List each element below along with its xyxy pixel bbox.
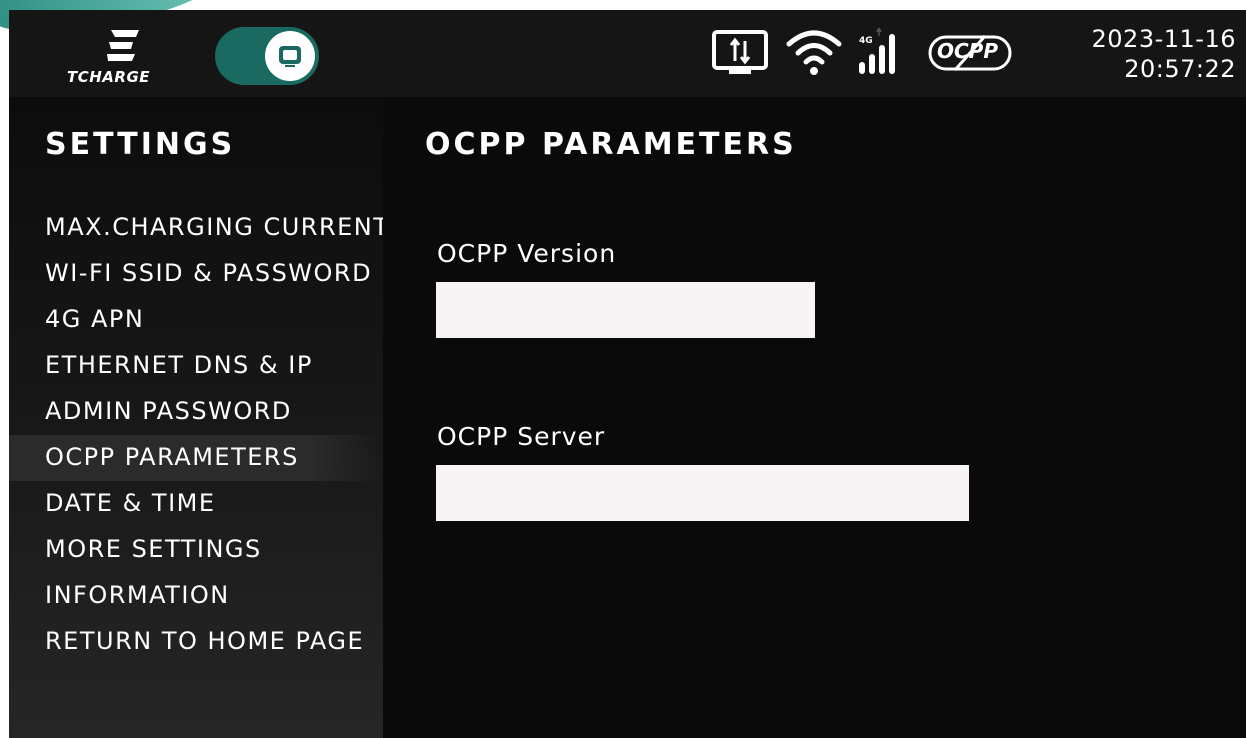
ocpp-version-label: OCPP Version [437, 239, 617, 268]
charger-screen: TCHARGE 4G OCPP 2023-11-16 20:57:22 SETT… [9, 10, 1246, 738]
sidebar-menu: MAX.CHARGING CURRENT WI-FI SSID & PASSWO… [9, 205, 388, 665]
main-panel: OCPP PARAMETERS OCPP Version OCPP Server [383, 97, 1246, 738]
ocpp-disconnected-icon: OCPP [927, 34, 1013, 72]
time-text: 20:57:22 [1124, 55, 1236, 83]
settings-sidebar: SETTINGS MAX.CHARGING CURRENT WI-FI SSID… [9, 97, 388, 738]
page-title: OCPP PARAMETERS [425, 127, 797, 162]
brand-name: TCHARGE [67, 68, 151, 86]
sidebar-item-information[interactable]: INFORMATION [9, 573, 383, 619]
wifi-icon [786, 30, 842, 75]
ocpp-version-input[interactable] [436, 282, 815, 338]
sidebar-item-more-settings[interactable]: MORE SETTINGS [9, 527, 383, 573]
sidebar-item-ethernet[interactable]: ETHERNET DNS & IP [9, 343, 383, 389]
ocpp-status-label: OCPP [937, 39, 998, 63]
sidebar-item-wifi[interactable]: WI-FI SSID & PASSWORD [9, 251, 383, 297]
screen-icon [279, 46, 301, 67]
transfer-icon [712, 30, 768, 74]
brand-logo: TCHARGE [67, 24, 177, 88]
sidebar-item-4g-apn[interactable]: 4G APN [9, 297, 383, 343]
sidebar-item-admin-password[interactable]: ADMIN PASSWORD [9, 389, 383, 435]
ocpp-server-input[interactable] [436, 465, 969, 521]
sidebar-item-ocpp-parameters[interactable]: OCPP PARAMETERS [9, 435, 383, 481]
4g-signal-icon: 4G [857, 28, 913, 76]
sidebar-item-return-home[interactable]: RETURN TO HOME PAGE [9, 619, 383, 665]
display-toggle[interactable] [215, 27, 319, 85]
ocpp-server-label: OCPP Server [437, 422, 606, 451]
sidebar-item-date-time[interactable]: DATE & TIME [9, 481, 383, 527]
sidebar-item-max-charging-current[interactable]: MAX.CHARGING CURRENT [9, 205, 388, 251]
sidebar-title: SETTINGS [45, 127, 236, 162]
toggle-knob [265, 31, 315, 81]
date-text: 2023-11-16 [1091, 25, 1236, 53]
datetime-display: 2023-11-16 20:57:22 [1092, 24, 1236, 84]
header-bar: TCHARGE 4G OCPP 2023-11-16 20:57:22 [9, 10, 1246, 97]
tcharge-logo-icon [107, 30, 139, 61]
